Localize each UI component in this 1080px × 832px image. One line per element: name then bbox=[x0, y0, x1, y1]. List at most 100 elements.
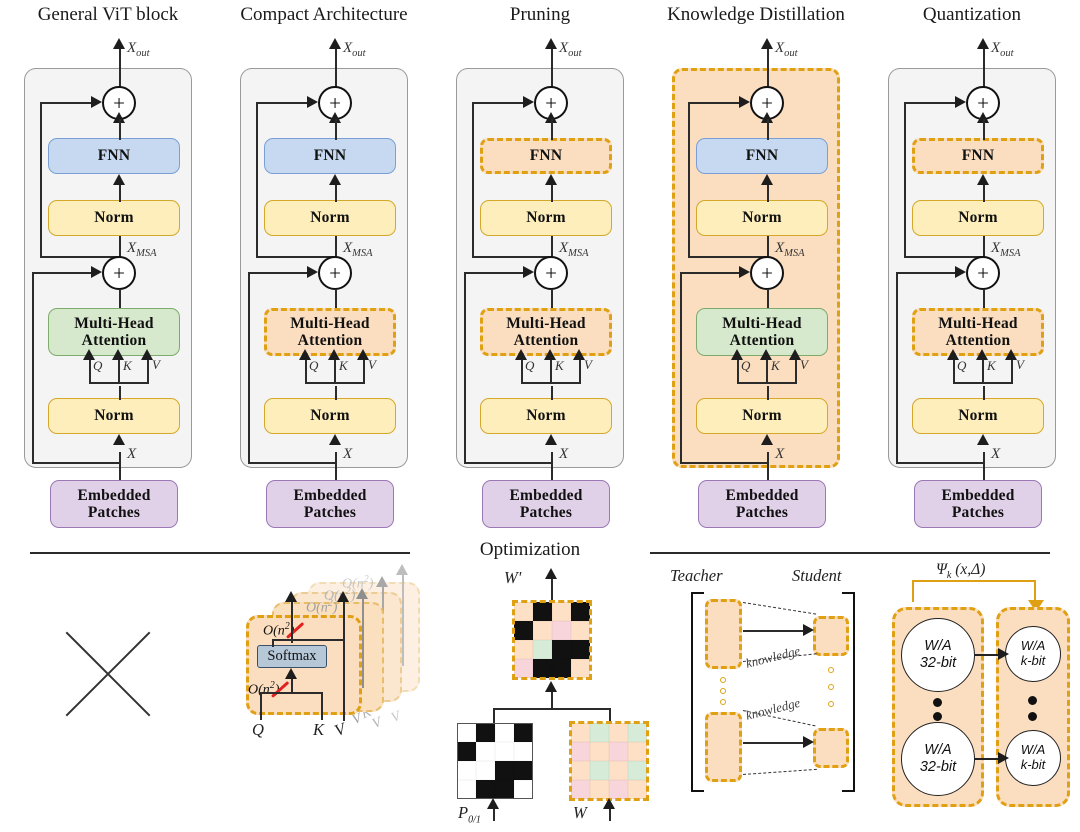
quantize-arrow-head-top bbox=[998, 648, 1009, 660]
teacher-dots-1 bbox=[720, 677, 726, 683]
pruned-weight-matrix bbox=[512, 600, 592, 680]
norm-top-to-fnn-line-quantization bbox=[983, 184, 985, 202]
weight-cell-r2c1 bbox=[590, 761, 609, 780]
skip-top-in-quantization bbox=[904, 102, 957, 104]
knowledge-label-bottom: knowledge bbox=[744, 694, 802, 723]
divider-line-left bbox=[30, 552, 410, 554]
optimization-general-none bbox=[0, 560, 216, 832]
mask-cell-r2c3 bbox=[514, 761, 533, 780]
label-p01: P0/1 bbox=[458, 803, 481, 826]
x-msa-symbol-quantization-subscript: MSA bbox=[1000, 248, 1021, 259]
mask-cell-r0c2 bbox=[495, 723, 514, 742]
qkv-k-arrow-quantization bbox=[975, 349, 988, 360]
result-in-arrow bbox=[545, 681, 557, 692]
target-node-top-line2: k-bit bbox=[1020, 653, 1046, 668]
x-msa-label-quantization: XMSA bbox=[991, 240, 1021, 259]
transfer-arrow-line-top bbox=[743, 630, 805, 632]
ghost-mid-label-v: V bbox=[370, 714, 384, 733]
norm-top-to-fnn-arrow-quantization bbox=[976, 174, 989, 185]
attention-label-line2-quantization: Attention bbox=[945, 332, 1011, 349]
fnn-block-quantization: FNN bbox=[912, 138, 1044, 174]
source-node-top: W/A 32-bit bbox=[901, 618, 975, 692]
quantize-arrow-head-bottom bbox=[998, 752, 1009, 764]
label-k: K bbox=[313, 720, 325, 739]
target-ellipsis-dot-1 bbox=[1028, 696, 1037, 705]
mask-in-arrow bbox=[487, 798, 499, 809]
weight-cell-r2c2 bbox=[609, 761, 628, 780]
target-node-top: W/A k-bit bbox=[1005, 626, 1061, 682]
x-out-label-quantization: Xout bbox=[991, 40, 1014, 59]
v-bypass-arrow bbox=[337, 591, 349, 602]
ghost-near-complexity: O(n2) bbox=[306, 598, 338, 616]
merge-right-drop bbox=[609, 708, 611, 723]
target-node-bottom: W/A k-bit bbox=[1005, 730, 1061, 786]
weight-in-arrow bbox=[603, 798, 615, 809]
weight-cell-r1c1 bbox=[590, 742, 609, 761]
embedded-label-line1-quantization: Embedded bbox=[941, 486, 1015, 504]
transfer-arrow-line-bottom bbox=[743, 742, 805, 744]
source-node-bottom: W/A 32-bit bbox=[901, 722, 975, 796]
softmax-out-arrow bbox=[285, 591, 297, 602]
weight-cell-r2c0 bbox=[571, 761, 590, 780]
student-dots-2 bbox=[828, 684, 834, 690]
x-out-symbol-quantization-subscript: out bbox=[1000, 48, 1014, 59]
mask-cell-r3c3 bbox=[514, 780, 533, 799]
weight-cell-r1c2 bbox=[609, 742, 628, 761]
weight-matrix bbox=[569, 721, 649, 801]
weight-cell-r0c3 bbox=[628, 723, 647, 742]
pruned-cell-r3c0 bbox=[514, 659, 533, 678]
weight-cell-r3c1 bbox=[590, 780, 609, 799]
source-node-bottom-line2: 32-bit bbox=[919, 759, 957, 775]
qkv-v-label-quantization: V bbox=[1016, 357, 1024, 372]
knowledge-dash-top-a bbox=[742, 602, 817, 615]
optimization-quantization: Ψk (x,Δ) W/A 32-bit W/A 32-bit W/A k-bit… bbox=[864, 560, 1080, 832]
merge-left-drop bbox=[493, 708, 495, 723]
complexity-top: O(n2) bbox=[263, 621, 294, 639]
pruned-cell-r1c3 bbox=[571, 621, 590, 640]
teacher-dots-3 bbox=[720, 699, 726, 705]
weight-in-line bbox=[609, 807, 611, 821]
x-in-label-quantization: X bbox=[991, 446, 1001, 462]
pruned-cell-r2c3 bbox=[571, 640, 590, 659]
wprime-out-arrow bbox=[545, 568, 557, 579]
merge-bus bbox=[493, 708, 610, 710]
target-node-bottom-line1: W/A bbox=[1020, 742, 1046, 758]
embedded-label-line2-quantization: Patches bbox=[951, 504, 1005, 521]
softmax-out-line bbox=[291, 601, 293, 643]
teacher-dots-2 bbox=[720, 688, 726, 694]
weight-cell-r2c3 bbox=[628, 761, 647, 780]
ghost-far-arrow-head bbox=[396, 564, 408, 575]
pruned-cell-r3c2 bbox=[552, 659, 571, 678]
norm-block-top-quantization: Norm bbox=[912, 200, 1044, 236]
optimization-knowledge-distillation: Teacher Student knowledge knowledge bbox=[648, 560, 864, 832]
transfer-arrow-head-bottom bbox=[803, 736, 814, 748]
weight-cell-r1c3 bbox=[628, 742, 647, 761]
binary-mask-matrix bbox=[457, 723, 533, 799]
q-drop bbox=[260, 692, 262, 720]
label-w-prime: W' bbox=[504, 568, 522, 587]
mask-cell-r2c0 bbox=[457, 761, 476, 780]
pruned-cell-r2c0 bbox=[514, 640, 533, 659]
weight-cell-r1c0 bbox=[571, 742, 590, 761]
pruned-cell-r2c1 bbox=[533, 640, 552, 659]
skip-bottom-v-quantization bbox=[896, 272, 898, 462]
teacher-layer-bottom bbox=[705, 712, 742, 782]
pruned-cell-r0c2 bbox=[552, 602, 571, 621]
mask-in-line bbox=[493, 807, 495, 821]
xmsa-line-quantization bbox=[983, 236, 985, 258]
label-teacher: Teacher bbox=[670, 566, 723, 585]
target-node-top-line1: W/A bbox=[1020, 638, 1046, 654]
source-node-bottom-line1: W/A bbox=[924, 742, 952, 759]
weight-cell-r0c0 bbox=[571, 723, 590, 742]
weight-cell-r0c1 bbox=[590, 723, 609, 742]
k-drop bbox=[321, 692, 323, 720]
softmax-in-arrow bbox=[285, 668, 297, 679]
qkv-k-label-quantization: K bbox=[987, 358, 996, 373]
pruned-cell-r3c1 bbox=[533, 659, 552, 678]
divider-line-right bbox=[650, 552, 1050, 554]
knowledge-label-top: knowledge bbox=[744, 642, 802, 671]
softmax-out-bus bbox=[272, 639, 344, 641]
mask-cell-r1c1 bbox=[476, 742, 495, 761]
v-bypass-line bbox=[343, 601, 345, 721]
wprime-out-line bbox=[551, 578, 553, 602]
